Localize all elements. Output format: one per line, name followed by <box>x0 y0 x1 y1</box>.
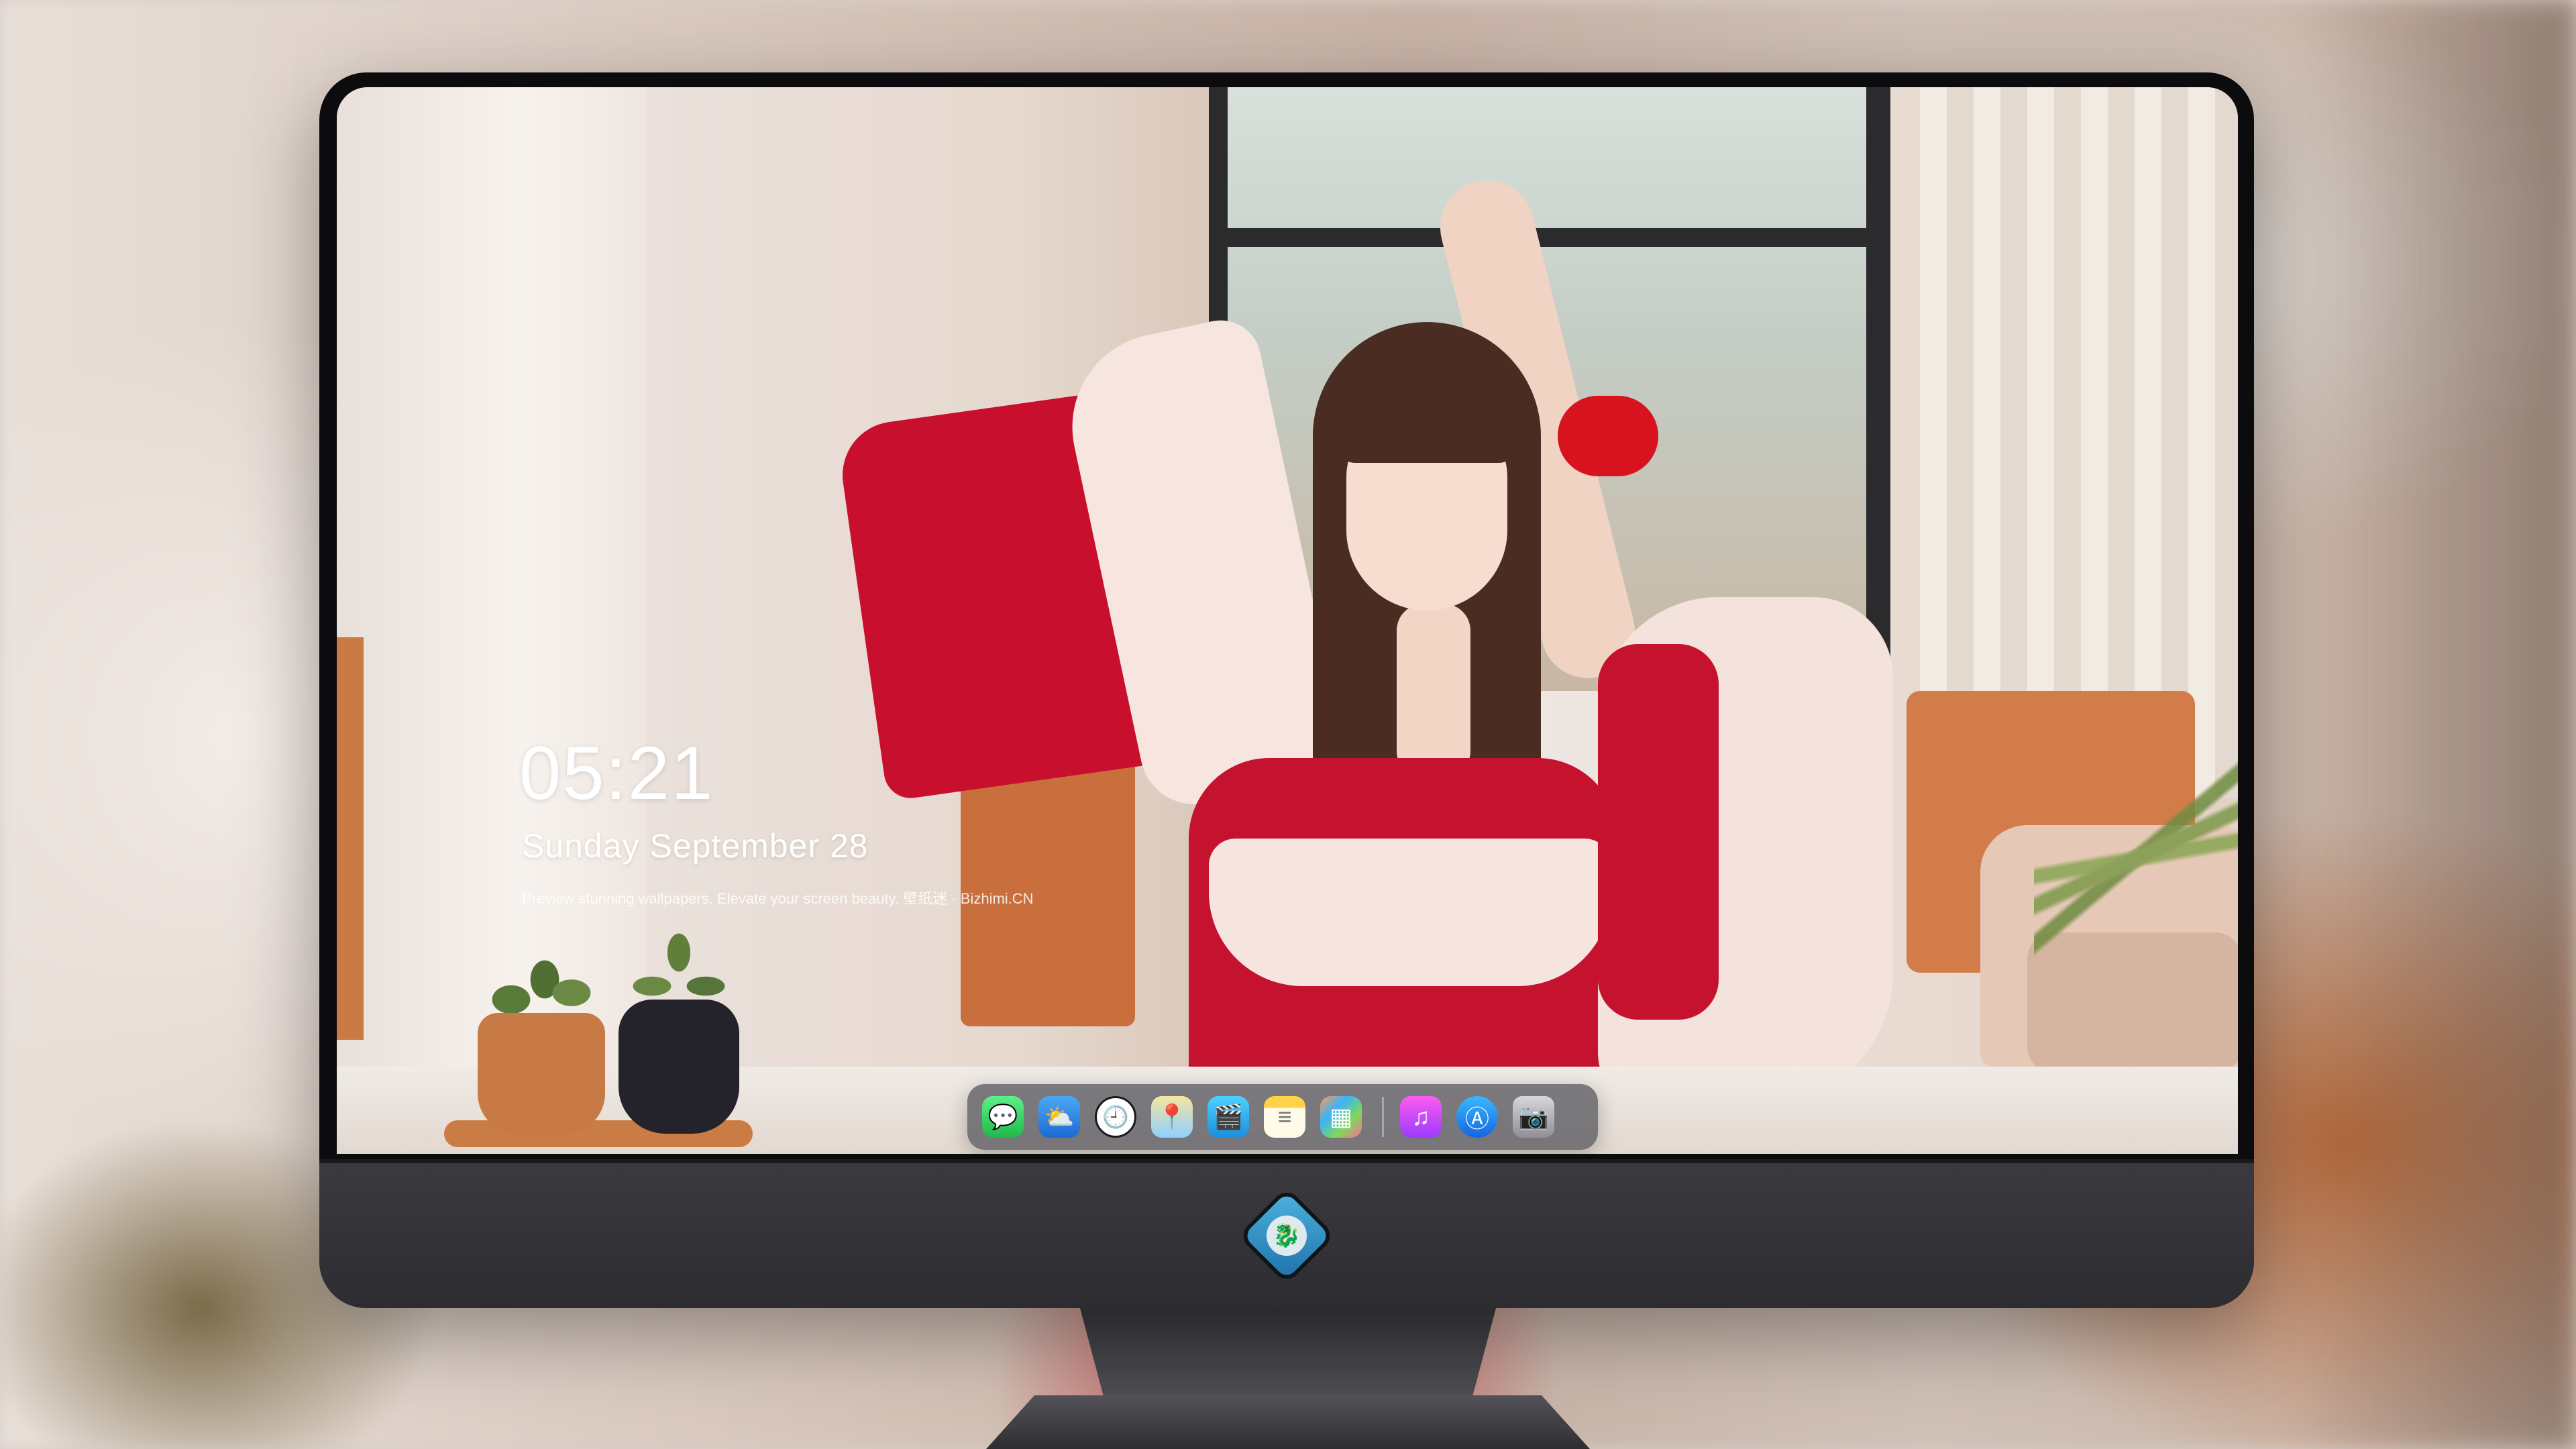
dock-app-maps[interactable]: 📍 <box>1151 1096 1193 1138</box>
app-store-icon: Ⓐ <box>1464 1105 1489 1132</box>
lockscreen-date: Sunday September 28 <box>522 827 869 865</box>
dock-app-clips[interactable]: 🎬 <box>1208 1096 1249 1138</box>
notes-icon: ≡ <box>1277 1103 1292 1130</box>
wallpaper-chair <box>337 637 364 1040</box>
wallpaper-figure-sleeve-trim <box>1598 644 1719 1020</box>
dock-app-camera[interactable]: 📷 <box>1513 1096 1554 1138</box>
backdrop-shadow <box>2294 0 2576 1449</box>
lockscreen-time: 05:21 <box>519 731 714 815</box>
dock-app-messages[interactable]: 💬 <box>982 1096 1024 1138</box>
wallpaper-window-frame <box>1209 228 1880 247</box>
dock-app-clock[interactable]: 🕘 <box>1095 1096 1136 1138</box>
lock-screen: 05:21 Sunday September 28 Preview stunni… <box>337 87 2238 1154</box>
wallpaper-pot <box>478 1013 605 1134</box>
camera-icon: 📷 <box>1518 1103 1549 1130</box>
wallpaper-figure-bangs <box>1336 382 1517 463</box>
dock-app-photos[interactable]: ▦ <box>1320 1096 1362 1138</box>
music-note-icon: ♫ <box>1411 1103 1430 1130</box>
monitor-stand-neck <box>1080 1308 1496 1402</box>
wallpaper-pot <box>619 1000 739 1134</box>
photos-icon: ▦ <box>1329 1103 1352 1130</box>
message-bubble-icon: 💬 <box>987 1103 1018 1130</box>
wallpaper-figure-collar <box>1209 839 1611 986</box>
weather-cloud-icon: ⛅ <box>1044 1103 1075 1130</box>
dock-separator <box>1382 1097 1384 1137</box>
monitor-stand-base <box>986 1395 1590 1449</box>
map-icon: 📍 <box>1157 1103 1187 1130</box>
dock-app-weather[interactable]: ⛅ <box>1038 1096 1080 1138</box>
dock-app-notes[interactable]: ≡ <box>1264 1096 1305 1138</box>
dock-app-music[interactable]: ♫ <box>1400 1096 1442 1138</box>
wallpaper-wall <box>337 87 645 1067</box>
dock: 💬 ⛅ 🕘 📍 🎬 ≡ ▦ ♫ Ⓐ 📷 <box>967 1084 1598 1150</box>
clapperboard-icon: 🎬 <box>1213 1103 1244 1130</box>
wallpaper-figure-bow <box>1558 396 1658 476</box>
dock-app-app-store[interactable]: Ⓐ <box>1456 1096 1498 1138</box>
chin-divider <box>319 1159 2254 1163</box>
lockscreen-caption: Preview stunning wallpapers. Elevate you… <box>522 890 1034 907</box>
clock-icon: 🕘 <box>1102 1105 1129 1129</box>
wallpaper-figure-neck <box>1397 604 1470 778</box>
dragon-badge-icon: 🐉 <box>1267 1216 1307 1256</box>
wallpaper-window-frame <box>1866 87 1890 691</box>
wallpaper-plant <box>2034 624 2238 1093</box>
